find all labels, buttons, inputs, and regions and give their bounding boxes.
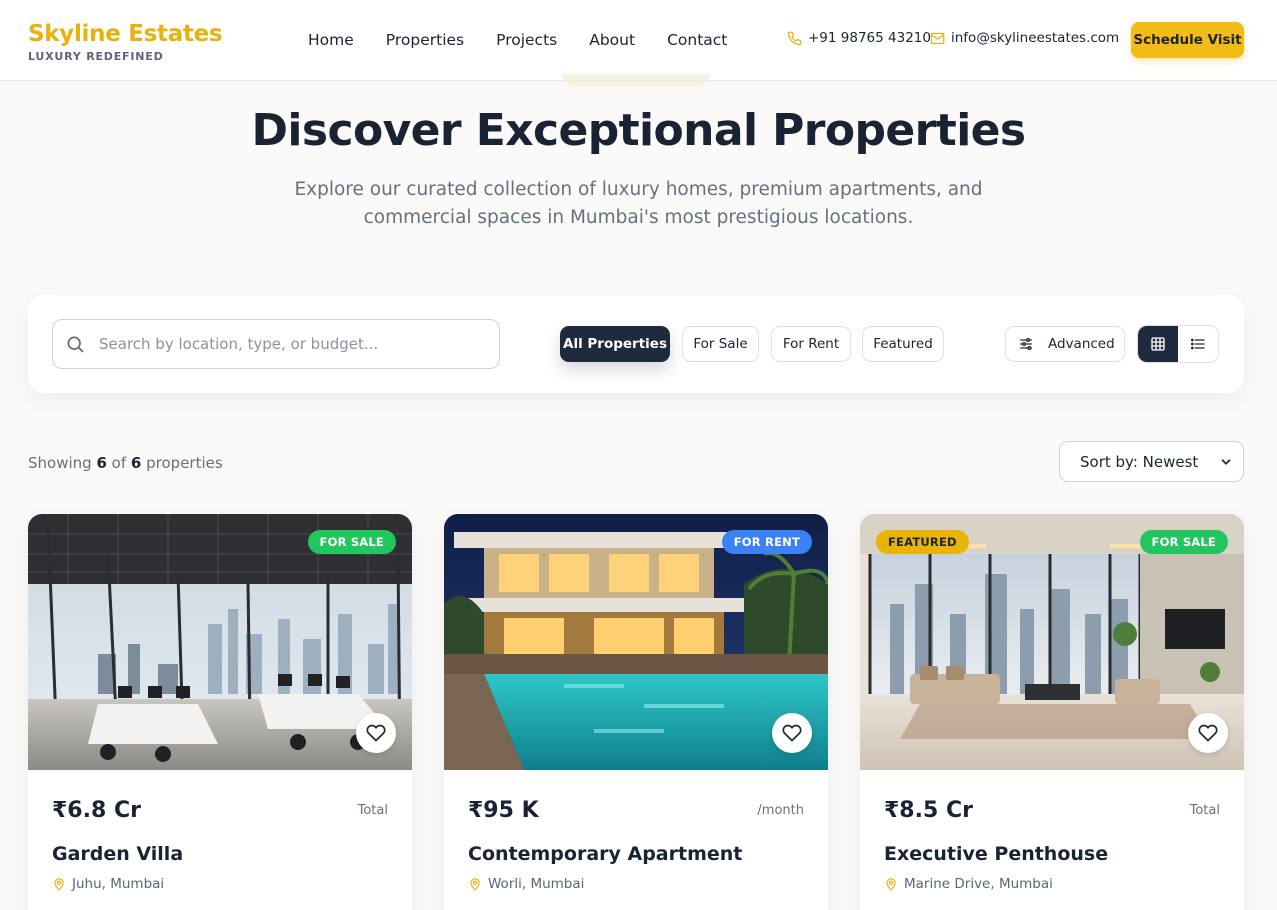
email-address: info@skylineestates.com xyxy=(951,30,1120,46)
search-icon xyxy=(65,334,85,358)
heart-icon xyxy=(366,723,386,743)
brand-tagline: LUXURY REDEFINED xyxy=(28,50,164,63)
search-box[interactable] xyxy=(52,319,500,369)
chip-for-sale[interactable]: For Sale xyxy=(682,326,759,362)
grid-icon xyxy=(1150,336,1166,352)
mail-icon xyxy=(930,31,945,46)
nav-projects[interactable]: Projects xyxy=(496,29,557,51)
nav-contact[interactable]: Contact xyxy=(667,29,727,51)
advanced-filters-button[interactable]: Advanced xyxy=(1005,326,1125,362)
main-nav: Home Properties Projects About Contact xyxy=(308,29,727,51)
schedule-visit-button[interactable]: Schedule Visit xyxy=(1131,22,1244,58)
sort-select[interactable]: Sort by: Newest xyxy=(1059,441,1244,482)
location-text: Juhu, Mumbai xyxy=(72,876,165,892)
header-phone[interactable]: +91 98765 43210 xyxy=(787,30,931,46)
property-card[interactable]: FOR RENT ₹95 K /month Contemporary Apart… xyxy=(444,514,828,910)
property-location: Worli, Mumbai xyxy=(468,875,584,893)
property-price: ₹6.8 Cr xyxy=(52,798,141,823)
map-pin-icon xyxy=(468,877,482,891)
list-icon xyxy=(1190,336,1206,352)
location-text: Worli, Mumbai xyxy=(488,876,585,892)
heart-icon xyxy=(1198,723,1218,743)
property-price: ₹8.5 Cr xyxy=(884,798,973,823)
results-shown: 6 xyxy=(96,454,107,472)
phone-number: +91 98765 43210 xyxy=(808,30,931,46)
favorite-button[interactable] xyxy=(1188,713,1228,753)
property-title[interactable]: Garden Villa xyxy=(52,842,183,866)
location-text: Marine Drive, Mumbai xyxy=(904,876,1053,892)
property-title[interactable]: Executive Penthouse xyxy=(884,842,1108,866)
property-price: ₹95 K xyxy=(468,798,539,823)
brand-name: Skyline Estates xyxy=(28,21,223,47)
heart-icon xyxy=(782,723,802,743)
favorite-button[interactable] xyxy=(356,713,396,753)
property-location: Marine Drive, Mumbai xyxy=(884,875,1053,893)
hero-subtitle: Explore our curated collection of luxury… xyxy=(294,179,983,228)
map-pin-icon xyxy=(52,877,66,891)
map-pin-icon xyxy=(884,877,898,891)
chip-for-rent[interactable]: For Rent xyxy=(771,326,851,362)
favorite-button[interactable] xyxy=(772,713,812,753)
chip-all-properties[interactable]: All Properties xyxy=(560,326,670,362)
property-card[interactable]: FOR SALE ₹6.8 Cr Total Garden Villa Juhu… xyxy=(28,514,412,910)
results-of: of xyxy=(111,454,127,472)
price-unit: /month xyxy=(757,803,804,818)
nav-home[interactable]: Home xyxy=(308,29,354,51)
results-count: Showing 6 of 6 properties xyxy=(28,452,223,474)
status-badge: FOR SALE xyxy=(307,530,396,554)
results-total: 6 xyxy=(130,454,142,472)
price-unit: Total xyxy=(1189,803,1220,818)
list-view-button[interactable] xyxy=(1178,326,1218,362)
price-unit: Total xyxy=(357,803,388,818)
hero-title: Discover Exceptional Properties xyxy=(251,105,1026,156)
chevron-down-icon xyxy=(1219,455,1233,473)
property-title[interactable]: Contemporary Apartment xyxy=(468,842,742,866)
results-suffix: properties xyxy=(146,454,223,472)
nav-properties[interactable]: Properties xyxy=(386,29,464,51)
grid-view-button[interactable] xyxy=(1138,326,1178,362)
search-input[interactable] xyxy=(99,320,489,368)
results-prefix: Showing xyxy=(28,454,92,472)
featured-badge: FEATURED xyxy=(876,530,969,554)
phone-icon xyxy=(787,31,802,46)
view-toggle xyxy=(1137,325,1219,363)
advanced-label: Advanced xyxy=(1048,336,1115,352)
chip-featured[interactable]: Featured xyxy=(862,326,944,362)
sort-label: Sort by: Newest xyxy=(1080,452,1199,471)
property-card[interactable]: FEATURED FOR SALE ₹8.5 Cr Total Executiv… xyxy=(860,514,1244,910)
sliders-icon xyxy=(1018,336,1034,352)
nav-about[interactable]: About xyxy=(589,29,635,51)
status-badge: FOR SALE xyxy=(1139,530,1228,554)
status-badge: FOR RENT xyxy=(721,530,812,554)
brand-logo[interactable]: Skyline Estates LUXURY REDEFINED xyxy=(28,20,223,63)
property-location: Juhu, Mumbai xyxy=(52,875,164,893)
site-header: Skyline Estates LUXURY REDEFINED Home Pr… xyxy=(0,0,1277,81)
header-email[interactable]: info@skylineestates.com xyxy=(930,30,1119,46)
filter-bar: All Properties For Sale For Rent Feature… xyxy=(28,295,1244,393)
hero-pill-decoration xyxy=(562,74,710,86)
